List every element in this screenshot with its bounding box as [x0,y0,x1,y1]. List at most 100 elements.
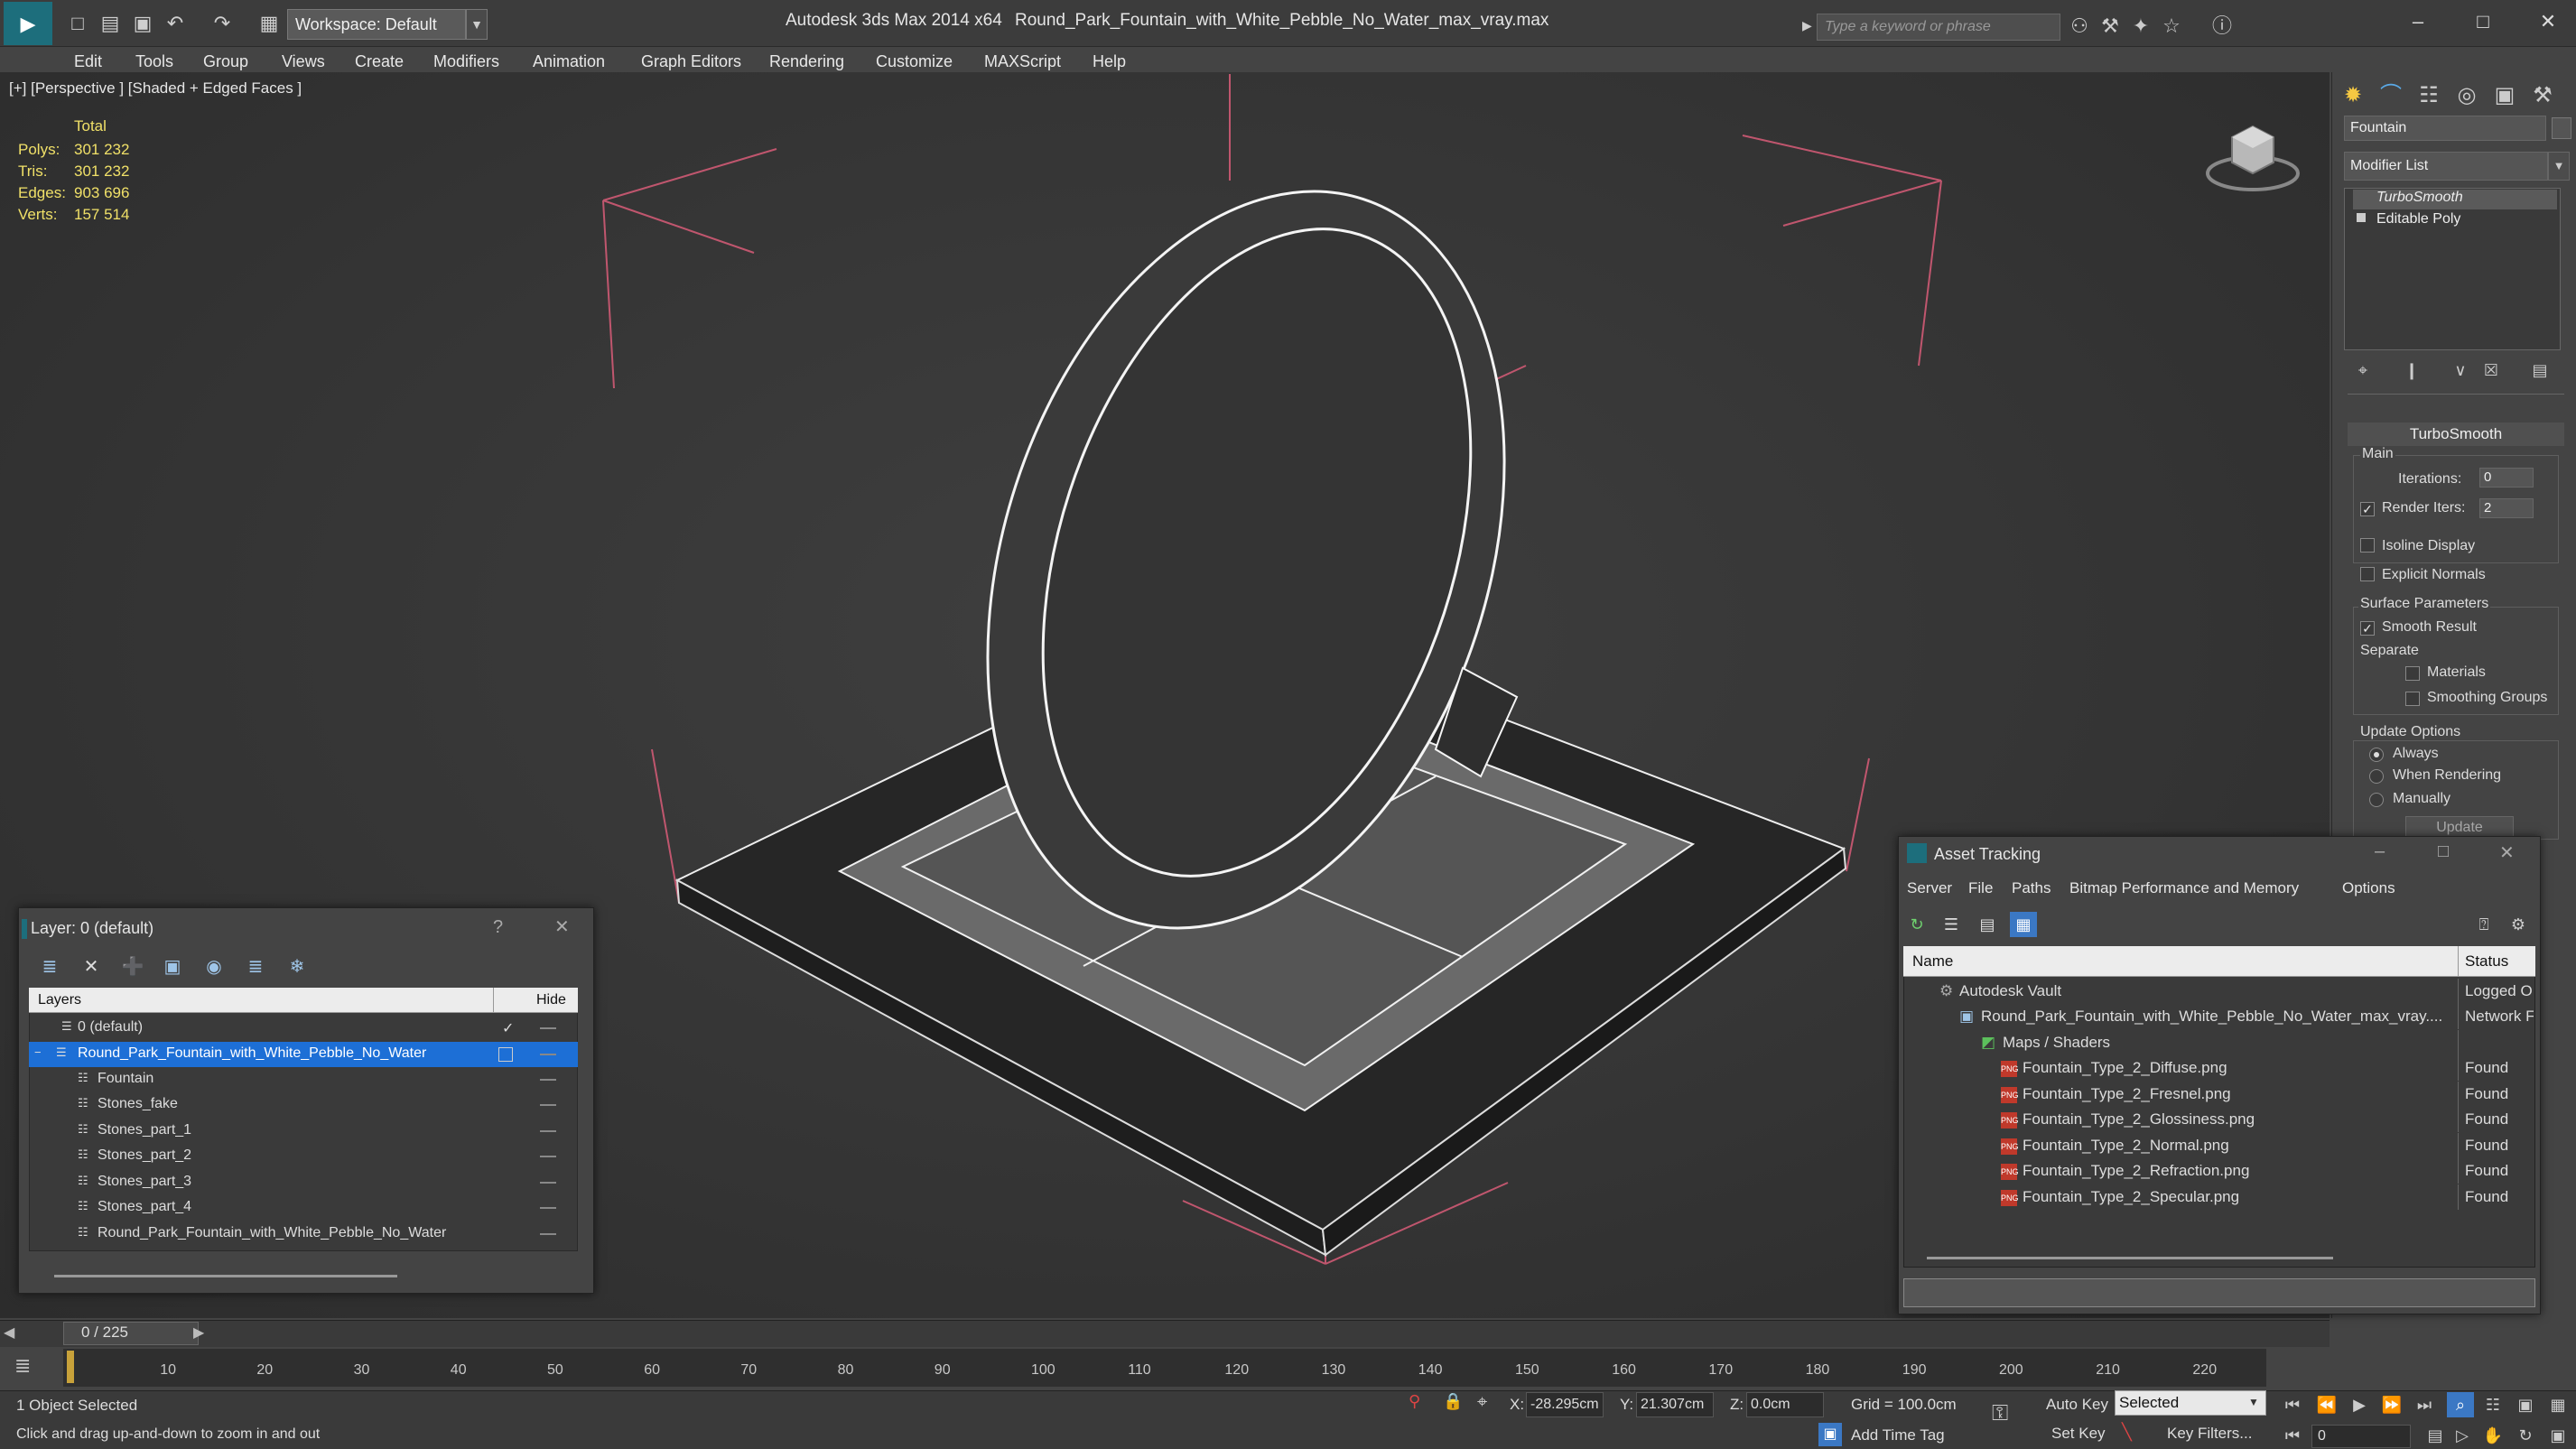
z-coordinate-field[interactable]: 0.0cm [1746,1392,1824,1417]
name-column-header[interactable]: Name [1912,952,1953,971]
goto-end-icon[interactable]: ⏭ [2411,1392,2438,1417]
hide-column-header[interactable]: Hide [536,992,566,1008]
horizontal-scrollbar[interactable] [54,1275,397,1277]
time-slider[interactable] [0,1320,2330,1347]
hide-toggle[interactable] [540,1079,556,1081]
previous-key-icon[interactable]: ⏪ [2313,1392,2340,1417]
smooth-result-checkbox[interactable]: ✓ [2360,621,2375,636]
absolute-mode-icon[interactable]: ⌖ [1477,1392,1487,1413]
new-layer-icon[interactable]: ≣ [36,953,63,980]
asset-row[interactable]: PNG Fountain_Type_2_Diffuse.png Found [1903,1055,2535,1081]
layer-row[interactable]: ☷ Stones_part_4 [29,1195,578,1221]
status-column-header[interactable]: Status [2465,952,2508,971]
close-icon[interactable]: ✕ [2499,841,2515,864]
key-mode-icon[interactable]: ╲ [2122,1423,2132,1442]
y-coordinate-field[interactable]: 21.307cm [1636,1392,1714,1417]
project-folder-icon[interactable]: ▦ [256,11,282,36]
track-bar[interactable] [63,1349,2266,1387]
goto-start-icon[interactable]: ⏮ [2279,1392,2306,1417]
delete-layer-icon[interactable]: ✕ [78,953,105,980]
zoom-all-icon[interactable]: ☷ [2479,1392,2506,1417]
app-logo-icon[interactable]: ▸ [4,2,52,45]
close-icon[interactable]: ✕ [2521,5,2575,38]
minimize-icon[interactable]: – [2375,841,2385,862]
list-view-icon[interactable]: ☰ [1938,912,1965,937]
key-filters-button[interactable]: Key Filters... [2167,1425,2252,1443]
next-key-icon[interactable]: ⏩ [2378,1392,2405,1417]
layer-row-selected[interactable]: − ☰ Round_Park_Fountain_with_White_Pebbl… [29,1042,578,1067]
layer-row[interactable]: ☷ Stones_part_2 [29,1144,578,1169]
hide-toggle[interactable] [540,1182,556,1184]
layer-row[interactable]: ☷ Stones_part_1 [29,1119,578,1144]
current-layer-check-icon[interactable]: ✓ [502,1019,514,1037]
help-icon[interactable]: ? [493,917,503,938]
stack-item-editable-poly[interactable]: Editable Poly [2353,211,2460,231]
maximize-icon[interactable]: □ [2438,841,2449,862]
search-expand-icon[interactable]: ▶ [1802,18,1812,33]
layer-row[interactable]: ☷ Fountain [29,1067,578,1092]
key-mode-toggle-icon[interactable]: ⏮ [2279,1423,2306,1448]
asset-menu-server[interactable]: Server [1907,879,1952,897]
detail-view-icon[interactable]: ▤ [1974,912,2001,937]
render-iters-checkbox[interactable]: ✓ [2360,502,2375,516]
table-view-icon[interactable]: ▦ [2010,912,2037,937]
freeze-all-layers-icon[interactable]: ❄ [284,953,311,980]
zoom-extents-icon[interactable]: ▣ [2512,1392,2539,1417]
asset-row[interactable]: PNG Fountain_Type_2_Glossiness.png Found [1903,1107,2535,1132]
binoculars-icon[interactable]: ⚇ [2066,13,2093,40]
viewport-label[interactable]: [+] [Perspective ] [Shaded + Edged Faces… [9,79,302,98]
render-iters-spinner[interactable]: 2 [2479,498,2534,518]
stack-item-turbosmooth[interactable]: TurboSmooth [2353,190,2557,209]
auto-key-button[interactable]: Auto Key [2046,1396,2108,1414]
pin-stack-icon[interactable]: ⌖ [2351,361,2375,385]
asset-row[interactable]: PNG Fountain_Type_2_Specular.png Found [1903,1184,2535,1210]
maximize-icon[interactable]: □ [2456,5,2510,38]
layer-row[interactable]: ☷ Stones_fake [29,1092,578,1118]
minimize-icon[interactable]: – [2391,5,2445,38]
asset-row[interactable]: ⚙ Autodesk Vault Logged O [1903,979,2535,1004]
undo-icon[interactable]: ↶ [163,11,188,36]
when-rendering-radio[interactable] [2369,769,2384,784]
modifier-list-dropdown[interactable]: Modifier List [2344,152,2548,181]
utilities-tab-icon[interactable]: ⚒ [2525,78,2561,114]
pan-icon[interactable]: ✋ [2479,1423,2506,1448]
explicit-normals-checkbox[interactable] [2360,567,2375,581]
hide-toggle[interactable] [540,1233,556,1235]
asset-menu-paths[interactable]: Paths [2012,879,2051,897]
make-unique-icon[interactable]: ∨ [2449,361,2472,385]
hide-all-layers-icon[interactable]: ≣ [242,953,269,980]
maximize-viewport-icon[interactable]: ▣ [2544,1423,2571,1448]
smoothing-groups-checkbox[interactable] [2405,692,2420,706]
layer-row[interactable]: ☷ Stones_part_3 [29,1170,578,1195]
asset-row[interactable]: PNG Fountain_Type_2_Refraction.png Found [1903,1158,2535,1184]
subscription-icon[interactable]: ⚒ [2097,13,2124,40]
asset-menu-options[interactable]: Options [2342,879,2395,897]
asset-menu-bitmap-performance[interactable]: Bitmap Performance and Memory [2069,879,2299,897]
hide-toggle[interactable] [540,1130,556,1132]
mini-curve-editor-icon[interactable]: ≣ [14,1354,31,1378]
chevron-down-icon[interactable]: ▼ [2548,152,2570,181]
hide-toggle[interactable] [540,1054,556,1055]
hide-toggle[interactable] [540,1104,556,1106]
asset-row[interactable]: PNG Fountain_Type_2_Fresnel.png Found [1903,1082,2535,1107]
set-key-button[interactable]: Set Key [2051,1425,2106,1443]
time-tag-icon[interactable]: ▣ [1818,1423,1842,1446]
hierarchy-tab-icon[interactable]: ☷ [2411,78,2447,114]
configure-sets-icon[interactable]: ▤ [2528,361,2552,385]
hide-toggle[interactable] [540,1027,556,1029]
lock-selection-icon[interactable]: 🔒 [1443,1392,1463,1411]
new-file-icon[interactable]: □ [65,11,90,36]
close-icon[interactable]: ✕ [554,915,570,938]
asset-row[interactable]: ▣ Round_Park_Fountain_with_White_Pebble_… [1903,1004,2535,1029]
next-frame-icon[interactable]: ▶ [193,1324,204,1342]
layers-column-header[interactable]: Layers [38,992,81,1008]
x-coordinate-field[interactable]: -28.295cm [1526,1392,1604,1417]
modify-tab-icon[interactable]: ⌒ [2373,78,2409,114]
favorites-star-icon[interactable]: ☆ [2158,13,2185,40]
highlight-layer-icon[interactable]: ◉ [200,953,228,980]
help-icon[interactable]: ⓘ [2209,13,2236,40]
horizontal-scrollbar[interactable] [1927,1257,2333,1259]
isoline-checkbox[interactable] [2360,538,2375,553]
orbit-icon[interactable]: ↻ [2512,1423,2539,1448]
field-of-view-icon[interactable]: ▷ [2449,1423,2476,1448]
